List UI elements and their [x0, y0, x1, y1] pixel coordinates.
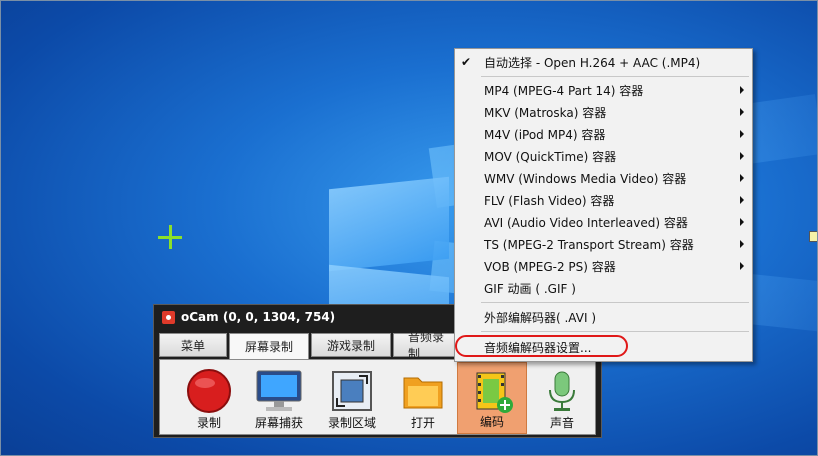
menu-item-external-codec[interactable]: 外部编解码器( .AVI ) — [455, 306, 752, 328]
menu-item-label: WMV (Windows Media Video) 容器 — [484, 171, 687, 186]
menu-item-mov[interactable]: MOV (QuickTime) 容器 — [455, 145, 752, 167]
menu-item-label: MP4 (MPEG-4 Part 14) 容器 — [484, 83, 644, 98]
menu-item-label: MOV (QuickTime) 容器 — [484, 149, 617, 164]
submenu-arrow-icon — [740, 196, 744, 204]
codec-button[interactable]: 编码 — [457, 362, 527, 434]
menu-item-mp4[interactable]: MP4 (MPEG-4 Part 14) 容器 — [455, 79, 752, 101]
microphone-icon — [539, 368, 585, 417]
folder-icon — [400, 368, 446, 417]
menu-item-ts[interactable]: TS (MPEG-2 Transport Stream) 容器 — [455, 233, 752, 255]
sound-button[interactable]: 声音 — [527, 362, 597, 434]
tab-screen-record[interactable]: 屏幕录制 — [229, 333, 309, 359]
submenu-arrow-icon — [740, 174, 744, 182]
menu-item-label: FLV (Flash Video) 容器 — [484, 193, 615, 208]
submenu-arrow-icon — [740, 152, 744, 160]
record-area-button[interactable]: 录制区域 — [317, 362, 387, 434]
monitor-icon — [254, 368, 304, 417]
red-highlight-annotation — [455, 335, 628, 357]
ocam-title: oCam (0, 0, 1304, 754) — [181, 310, 336, 324]
menu-item-gif[interactable]: GIF 动画 ( .GIF ) — [455, 277, 752, 299]
tab-audio-record[interactable]: 音频录制 — [393, 330, 463, 361]
tab-menu[interactable]: 菜单 — [159, 333, 227, 357]
submenu-arrow-icon — [740, 218, 744, 226]
open-label: 打开 — [410, 416, 435, 430]
record-area-icon — [329, 368, 375, 417]
screen-capture-button[interactable]: 屏幕捕获 — [244, 362, 314, 434]
submenu-arrow-icon — [740, 262, 744, 270]
menu-item-label: MKV (Matroska) 容器 — [484, 105, 607, 120]
submenu-arrow-icon — [740, 108, 744, 116]
menu-item-label: 自动选择 - Open H.264 + AAC (.MP4) — [484, 55, 701, 70]
menu-separator — [481, 302, 749, 303]
menu-item-label: AVI (Audio Video Interleaved) 容器 — [484, 215, 688, 230]
submenu-arrow-icon — [740, 130, 744, 138]
ocam-logo-icon — [162, 310, 175, 324]
record-icon — [186, 368, 232, 417]
menu-item-label: GIF 动画 ( .GIF ) — [484, 281, 576, 296]
record-button[interactable]: 录制 — [174, 362, 244, 434]
screen-capture-label: 屏幕捕获 — [254, 416, 303, 430]
crosshair-cursor-icon — [158, 225, 184, 251]
menu-item-label: M4V (iPod MP4) 容器 — [484, 127, 606, 142]
menu-item-label: 外部编解码器( .AVI ) — [484, 310, 596, 325]
checkmark-icon: ✔ — [461, 55, 472, 69]
codec-film-icon — [469, 369, 515, 418]
menu-item-wmv[interactable]: WMV (Windows Media Video) 容器 — [455, 167, 752, 189]
submenu-arrow-icon — [740, 240, 744, 248]
tab-game-record[interactable]: 游戏录制 — [311, 333, 391, 357]
menu-item-mkv[interactable]: MKV (Matroska) 容器 — [455, 101, 752, 123]
codec-context-menu: ✔ 自动选择 - Open H.264 + AAC (.MP4) MP4 (MP… — [454, 48, 753, 362]
record-label: 录制 — [196, 416, 221, 430]
menu-item-vob[interactable]: VOB (MPEG-2 PS) 容器 — [455, 255, 752, 277]
menu-item-avi[interactable]: AVI (Audio Video Interleaved) 容器 — [455, 211, 752, 233]
ocam-tabs: 菜单 屏幕录制 游戏录制 音频录制 — [159, 330, 465, 361]
menu-item-label: VOB (MPEG-2 PS) 容器 — [484, 259, 616, 274]
menu-item-label: TS (MPEG-2 Transport Stream) 容器 — [484, 237, 694, 252]
sound-label: 声音 — [549, 416, 574, 430]
submenu-arrow-icon — [740, 86, 744, 94]
record-area-label: 录制区域 — [327, 416, 376, 430]
toolbar-panel: 录制 屏幕捕获 录制区域 打开 编码 声音 — [159, 359, 596, 435]
menu-separator — [481, 331, 749, 332]
open-button[interactable]: 打开 — [388, 362, 458, 434]
menu-item-m4v[interactable]: M4V (iPod MP4) 容器 — [455, 123, 752, 145]
codec-label: 编码 — [479, 415, 504, 429]
menu-item-flv[interactable]: FLV (Flash Video) 容器 — [455, 189, 752, 211]
menu-item-auto[interactable]: ✔ 自动选择 - Open H.264 + AAC (.MP4) — [455, 51, 752, 73]
menu-separator — [481, 76, 749, 77]
resize-handle[interactable] — [809, 231, 817, 242]
